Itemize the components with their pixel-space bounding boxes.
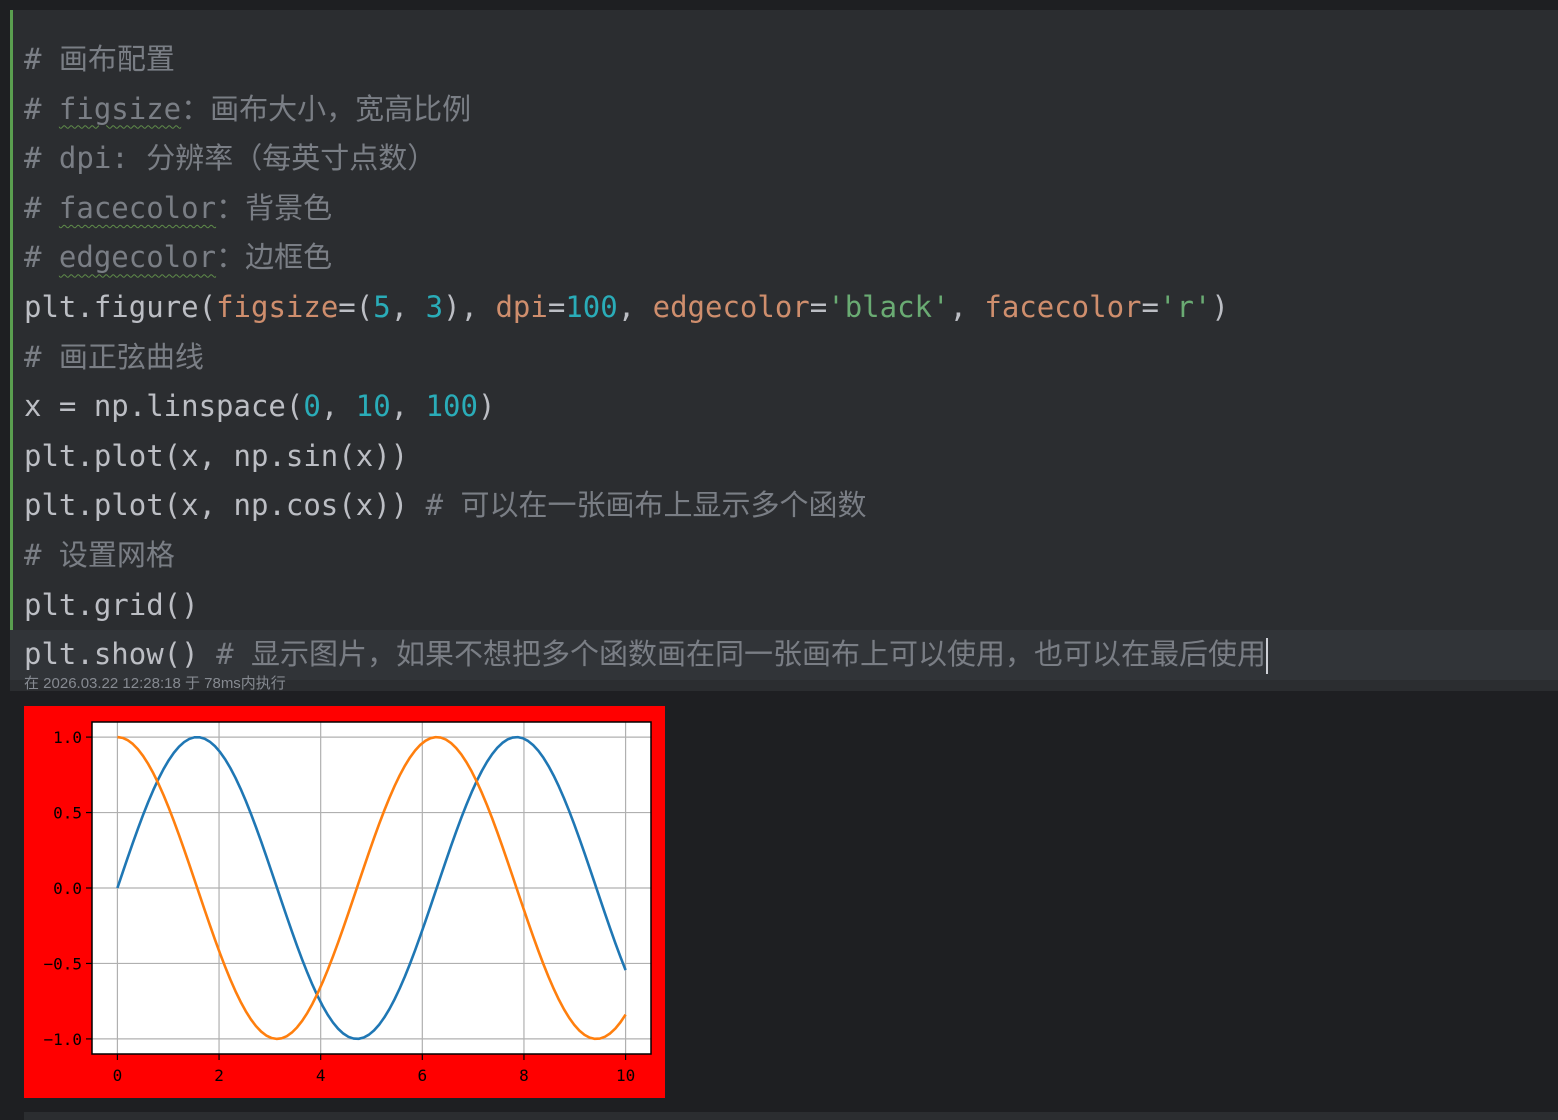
y-tick-label: 0.5	[53, 804, 82, 823]
code-token: =	[547, 289, 566, 324]
code-token: ,	[949, 289, 985, 324]
code-token: 0	[303, 389, 321, 424]
code-line[interactable]: # facecolor：背景色	[24, 184, 1558, 234]
code-token: 10	[355, 389, 391, 424]
code-token: ,	[320, 389, 356, 424]
code-token: # 可以在一张画布上显示多个函数	[425, 488, 867, 523]
code-token: 100	[425, 389, 478, 424]
code-token: ：画布大小，宽高比例	[181, 91, 472, 126]
code-token: # 显示图片，如果不想把多个函数画在同一张画布上可以使用，也可以在最后使用	[216, 637, 1266, 672]
code-line[interactable]: plt.grid()	[24, 581, 1558, 631]
x-tick-label: 0	[113, 1066, 123, 1085]
code-token: plt.plot(x, np.cos(x))	[24, 488, 426, 523]
code-token: figsize	[216, 289, 339, 324]
code-line[interactable]: # 画正弦曲线	[24, 333, 1558, 383]
code-token: 3	[425, 289, 444, 324]
x-tick-label: 4	[316, 1066, 326, 1085]
code-token: edgecolor	[652, 289, 810, 324]
code-token: # 设置网格	[24, 537, 175, 572]
code-token: plt.grid()	[24, 587, 199, 622]
code-line[interactable]: # 画布配置	[24, 35, 1558, 85]
code-token: 'black'	[827, 289, 950, 324]
code-token: 5	[373, 289, 391, 324]
code-token: edgecolor	[58, 240, 217, 275]
code-token: )	[1211, 289, 1229, 324]
output-figure: 0 2 4 6 8 10 −1.0 −0.5 0.0 0.5 1.0	[24, 706, 665, 1098]
code-token: x = np.linspace(	[24, 389, 304, 424]
code-token: plt.show()	[24, 637, 217, 672]
x-tick-label: 10	[616, 1066, 635, 1085]
x-tick-label: 8	[519, 1066, 529, 1085]
code-token: #	[24, 190, 59, 225]
code-token: ,	[390, 289, 426, 324]
code-token: #	[24, 240, 59, 275]
cell-gutter-indicator	[10, 10, 13, 676]
top-bar	[0, 0, 1558, 10]
code-token: 'r'	[1158, 289, 1212, 324]
code-token: ,	[617, 289, 653, 324]
figure-svg: 0 2 4 6 8 10 −1.0 −0.5 0.0 0.5 1.0	[24, 706, 665, 1098]
next-cell-edge	[24, 1112, 1558, 1120]
code-token: 100	[565, 289, 618, 324]
code-line[interactable]: plt.figure(figsize=(5, 3), dpi=100, edge…	[24, 283, 1558, 333]
code-line[interactable]: # dpi: 分辨率（每英寸点数）	[24, 134, 1558, 184]
code-token: #	[24, 91, 59, 126]
code-token: =	[1141, 289, 1159, 324]
y-tick-label: 0.0	[53, 879, 82, 898]
y-tick-label: −1.0	[43, 1030, 82, 1049]
code-token: =	[809, 289, 828, 324]
code-line[interactable]: plt.plot(x, np.sin(x))	[24, 432, 1558, 482]
code-token: ),	[443, 289, 496, 324]
text-cursor	[1265, 638, 1268, 675]
code-token: figsize	[58, 91, 182, 126]
code-token: ：背景色	[216, 190, 333, 225]
code-line[interactable]: x = np.linspace(0, 10, 100)	[24, 382, 1558, 432]
y-tick-label: 1.0	[53, 728, 82, 747]
code-token: plt.plot(x, np.sin(x))	[24, 438, 409, 473]
x-tick-label: 2	[214, 1066, 224, 1085]
code-token: ,	[390, 389, 426, 424]
code-token: plt.figure(	[24, 289, 217, 324]
y-tick-label: −0.5	[43, 954, 82, 973]
code-token: facecolor	[58, 190, 217, 225]
code-cell[interactable]: # 画布配置 # figsize：画布大小，宽高比例 # dpi: 分辨率（每英寸点…	[10, 10, 1558, 692]
code-token: )	[477, 389, 496, 424]
code-token: ：边框色	[216, 240, 333, 275]
code-line[interactable]: # figsize：画布大小，宽高比例	[24, 85, 1558, 135]
code-token: dpi	[495, 289, 548, 324]
code-editor[interactable]: # 画布配置 # figsize：画布大小，宽高比例 # dpi: 分辨率（每英寸点…	[10, 35, 1558, 680]
code-line[interactable]: # edgecolor：边框色	[24, 233, 1558, 283]
code-token: =(	[338, 289, 374, 324]
code-line[interactable]: plt.plot(x, np.cos(x)) # 可以在一张画布上显示多个函数	[24, 481, 1558, 531]
code-line[interactable]: # 设置网格	[24, 531, 1558, 581]
execution-status: 在 2026.03.22 12:28:18 于 78ms内执行	[24, 675, 286, 692]
code-token: # 画正弦曲线	[24, 339, 204, 374]
code-token: facecolor	[984, 289, 1142, 324]
code-token: # 画布配置	[24, 42, 175, 76]
x-tick-label: 6	[417, 1066, 427, 1085]
code-token: # dpi: 分辨率（每英寸点数）	[24, 141, 437, 176]
